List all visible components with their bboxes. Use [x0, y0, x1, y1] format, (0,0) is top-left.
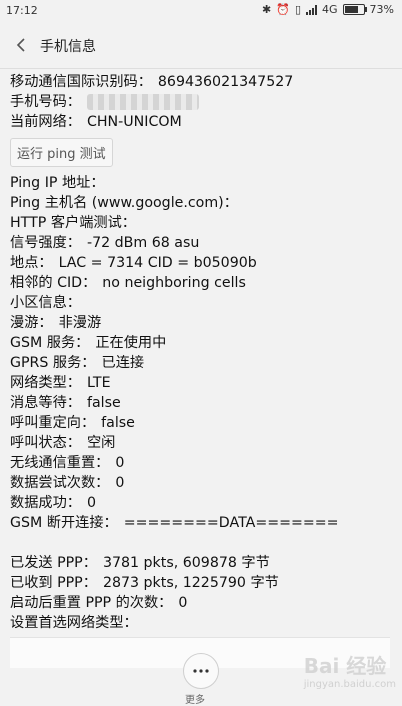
detail-row: HTTP 客户端测试：	[10, 213, 392, 233]
battery-icon	[342, 4, 367, 15]
info-label: GSM 服务：	[10, 335, 90, 351]
detail-row: Ping 主机名 (www.google.com)：	[10, 193, 392, 213]
ppp-row: 已收到 PPP： 2873 pkts, 1225790 字节	[10, 573, 392, 593]
more-dots-icon	[193, 669, 209, 673]
detail-row: 呼叫重定向： false	[10, 413, 392, 433]
watermark-sub: jingyan.baidu.com	[303, 679, 396, 690]
info-value: no neighboring cells	[102, 275, 246, 291]
info-value: CHN-UNICOM	[86, 114, 182, 130]
detail-row: 数据成功： 0	[10, 493, 392, 513]
info-value: 已连接	[101, 355, 145, 371]
detail-row: 地点： LAC = 7314 CID = b05090b	[10, 253, 392, 273]
detail-row: 信号强度： -72 dBm 68 asu	[10, 233, 392, 253]
info-label: 移动通信国际识别码：	[10, 74, 152, 90]
info-label: HTTP 客户端测试：	[10, 215, 136, 231]
info-label: 手机号码：	[10, 94, 81, 110]
info-row-network: 当前网络： CHN-UNICOM	[10, 112, 392, 132]
redacted-phone-number	[86, 94, 199, 110]
watermark-text: Bai 经验	[303, 654, 387, 678]
info-value: false	[86, 395, 121, 411]
info-label: 已收到 PPP：	[10, 575, 97, 591]
detail-row: GPRS 服务： 已连接	[10, 353, 392, 373]
vibrate-icon: ▯	[294, 3, 302, 16]
info-label: 当前网络：	[10, 114, 81, 130]
info-label: 数据尝试次数：	[10, 475, 110, 491]
status-bar: 17:12 ✱ ⏰ ▯ 4G 73%	[0, 0, 402, 22]
ppp-row: 启动后重置 PPP 的次数： 0	[10, 593, 392, 613]
info-value: false	[101, 415, 135, 431]
detail-row: 无线通信重置： 0	[10, 453, 392, 473]
info-row-phone: 手机号码：	[10, 92, 392, 112]
more-button[interactable]	[183, 653, 219, 689]
bluetooth-icon: ✱	[262, 3, 272, 16]
info-label: 无线通信重置：	[10, 455, 110, 471]
info-value: LTE	[86, 375, 111, 391]
info-label: GSM 断开连接：	[10, 515, 118, 531]
alarm-icon: ⏰	[276, 3, 290, 16]
info-label: 呼叫重定向：	[10, 415, 96, 431]
more-label: 更多	[185, 695, 205, 706]
info-label: 数据成功：	[10, 495, 81, 511]
info-value: 0	[86, 495, 96, 511]
detail-row: 数据尝试次数： 0	[10, 473, 392, 493]
info-value: 0	[115, 475, 125, 491]
info-value: 0	[115, 455, 125, 471]
info-value: LAC = 7314 CID = b05090b	[58, 255, 257, 271]
info-value: ========DATA=======	[123, 515, 339, 531]
detail-row: 网络类型： LTE	[10, 373, 392, 393]
ppp-row: 已发送 PPP： 3781 pkts, 609878 字节	[10, 553, 392, 573]
info-label: 启动后重置 PPP 的次数：	[10, 595, 173, 611]
info-row-imei: 移动通信国际识别码： 869436021347527	[10, 72, 392, 92]
network-type: 4G	[322, 3, 338, 16]
info-label: 小区信息：	[10, 295, 81, 311]
info-label: GPRS 服务：	[10, 355, 96, 371]
info-value: 2873 pkts, 1225790 字节	[102, 575, 279, 591]
detail-row: 小区信息：	[10, 293, 392, 313]
back-arrow-icon[interactable]	[12, 34, 32, 56]
baidu-watermark: Bai 经验 jingyan.baidu.com	[304, 650, 396, 690]
ppp-row: 设置首选网络类型：	[10, 613, 392, 633]
info-label: 已发送 PPP：	[10, 555, 97, 571]
info-value: 0	[178, 595, 188, 611]
status-time: 17:12	[6, 4, 38, 17]
run-ping-test-button[interactable]: 运行 ping 测试	[10, 138, 113, 167]
info-label: 信号强度：	[10, 235, 81, 251]
detail-row: GSM 服务： 正在使用中	[10, 333, 392, 353]
info-value: -72 dBm 68 asu	[86, 235, 200, 251]
detail-row: 漫游： 非漫游	[10, 313, 392, 333]
info-label: 消息等待：	[10, 395, 81, 411]
info-label: Ping IP 地址：	[10, 175, 105, 191]
title-bar: 手机信息	[0, 22, 402, 69]
info-value: 869436021347527	[157, 74, 294, 90]
detail-row: 相邻的 CID： no neighboring cells	[10, 273, 392, 293]
detail-row: 呼叫状态： 空闲	[10, 433, 392, 453]
info-label: 呼叫状态：	[10, 435, 81, 451]
phone-info-list: 移动通信国际识别码： 869436021347527 手机号码： 当前网络： CHN…	[10, 72, 392, 633]
info-value: 空闲	[86, 435, 116, 451]
info-label: 网络类型：	[10, 375, 81, 391]
info-label: 地点：	[10, 255, 53, 271]
signal-icon	[306, 4, 318, 15]
status-icons: ✱ ⏰ ▯ 4G 73%	[262, 3, 394, 16]
detail-row: Ping IP 地址：	[10, 173, 392, 193]
info-label: Ping 主机名 (www.google.com)：	[10, 195, 238, 211]
info-label: 相邻的 CID：	[10, 275, 97, 291]
page-title: 手机信息	[40, 39, 96, 55]
info-label: 设置首选网络类型：	[10, 615, 138, 631]
info-value: 正在使用中	[95, 335, 167, 351]
battery-percent: 73%	[369, 3, 394, 16]
detail-row: GSM 断开连接： ========DATA=======	[10, 513, 392, 533]
info-label: 漫游：	[10, 315, 53, 331]
info-value: 3781 pkts, 609878 字节	[102, 555, 270, 571]
detail-row: 消息等待： false	[10, 393, 392, 413]
info-value: 非漫游	[58, 315, 102, 331]
